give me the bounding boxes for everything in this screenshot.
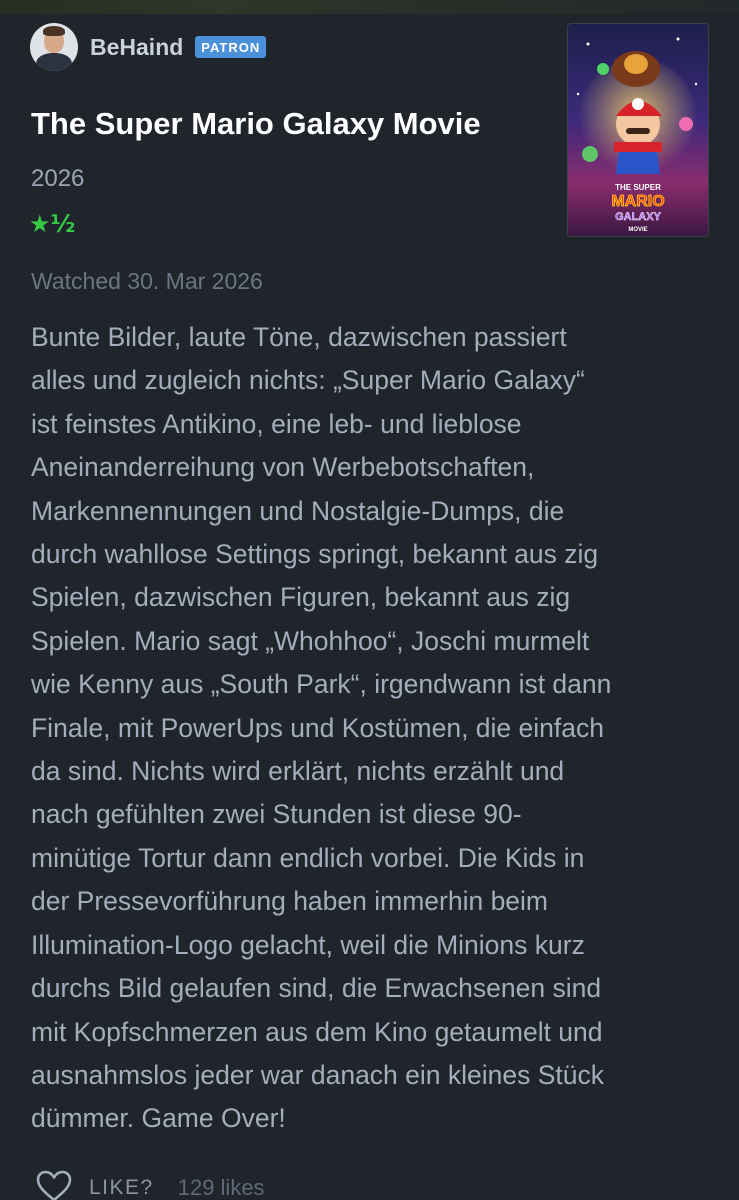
review-line: Finale, mit PowerUps und Kostümen, die e… <box>31 712 604 743</box>
review-line: Aneinanderreihung von Werbebotschaften, <box>31 452 535 483</box>
review-text: Bunte Bilder, laute Töne, dazwischen pas… <box>31 316 711 1141</box>
review-line: wie Kenny aus „South Park“, irgendwann i… <box>31 669 612 700</box>
heart-outline-icon[interactable] <box>35 1169 73 1200</box>
top-background-strip <box>0 0 739 14</box>
review-line: mit Kopfschmerzen aus dem Kino getaumelt… <box>31 1016 603 1047</box>
review-line: ausnahmslos jeder war danach ein kleines… <box>31 1059 605 1090</box>
review-line: der Pressevorführung haben immerhin beim <box>31 886 549 917</box>
patron-badge: PATRON <box>195 36 267 58</box>
film-year[interactable]: 2026 <box>31 165 84 193</box>
review-line: nach gefühlten zwei Stunden ist diese 90… <box>31 799 522 830</box>
svg-text:MOVIE: MOVIE <box>628 227 647 233</box>
likes-count[interactable]: 129 likes <box>178 1175 265 1200</box>
review-line: Illumination-Logo gelacht, weil die Mini… <box>31 929 585 960</box>
svg-text:GALAXY: GALAXY <box>615 211 662 223</box>
watched-date[interactable]: Watched 30. Mar 2026 <box>31 268 263 295</box>
film-title[interactable]: The Super Mario Galaxy Movie <box>31 106 481 142</box>
movie-poster[interactable]: THE SUPER MARIO GALAXY MOVIE <box>567 23 709 237</box>
svg-text:MARIO: MARIO <box>611 193 664 210</box>
review-line: durchs Bild gelaufen sind, die Erwachsen… <box>31 973 602 1004</box>
star-rating: ★½ <box>29 210 76 238</box>
review-line: Bunte Bilder, laute Töne, dazwischen pas… <box>31 322 567 352</box>
movie-poster-image: THE SUPER MARIO GALAXY MOVIE <box>568 24 708 236</box>
likes-row: LIKE? 129 likes <box>35 1170 265 1200</box>
review-line: Markennennungen und Nostalgie-Dumps, die <box>31 495 565 526</box>
svg-text:THE SUPER: THE SUPER <box>615 183 661 192</box>
review-line: alles und zugleich nichts: „Super Mario … <box>31 365 585 396</box>
review-line: Spielen, dazwischen Figuren, bekannt aus… <box>31 582 571 613</box>
review-line: Spielen. Mario sagt „Whohhoo“, Joschi mu… <box>31 625 590 656</box>
review-line: ist feinstes Antikino, eine leb- und lie… <box>31 408 522 439</box>
review-line: durch wahllose Settings springt, bekannt… <box>31 539 599 570</box>
like-button[interactable]: LIKE? <box>89 1176 154 1200</box>
avatar[interactable] <box>30 23 78 71</box>
review-line: da sind. Nichts wird erklärt, nichts erz… <box>31 756 565 787</box>
review-line: dümmer. Game Over! <box>31 1103 286 1134</box>
username[interactable]: BeHaind <box>90 34 183 61</box>
review-line: minütige Tortur dann endlich vorbei. Die… <box>31 842 585 873</box>
review-header: BeHaind PATRON <box>30 22 267 72</box>
